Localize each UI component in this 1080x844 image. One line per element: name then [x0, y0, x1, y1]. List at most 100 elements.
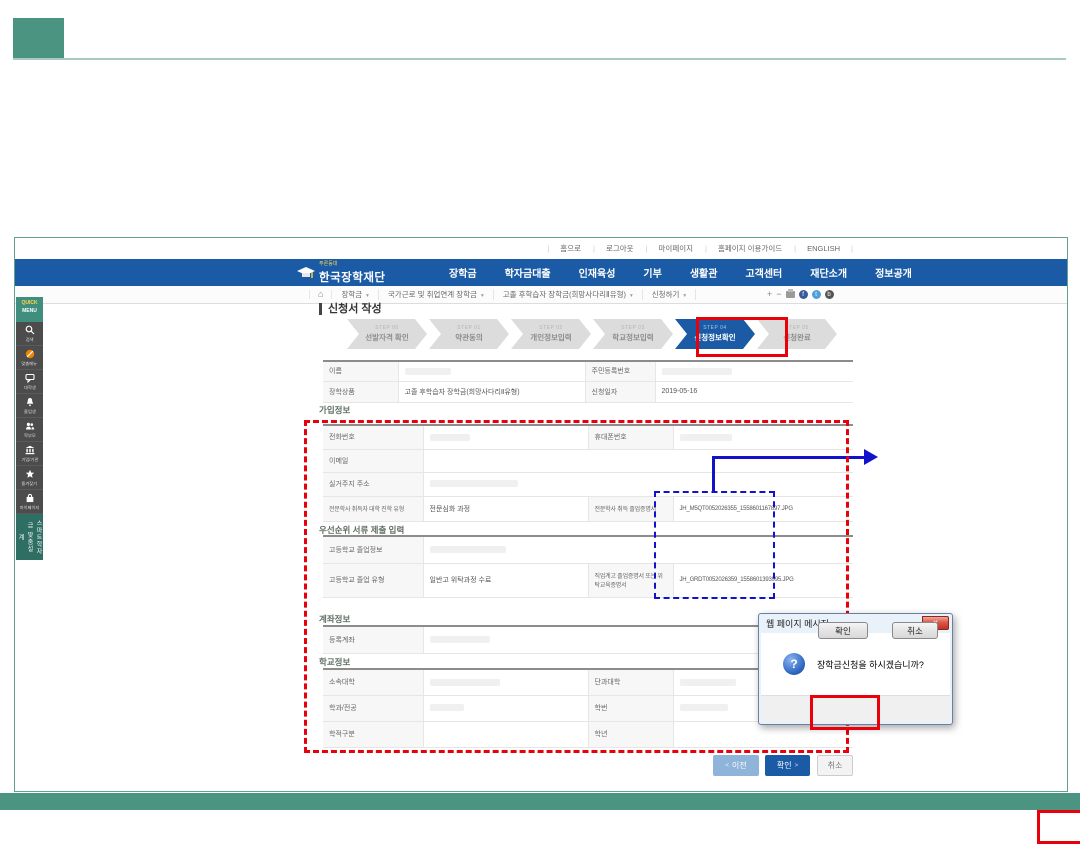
nav-dormitory[interactable]: 생활관 — [676, 265, 732, 280]
redacted-value — [430, 434, 470, 441]
slide-footer-bar — [0, 793, 1080, 810]
field-value — [423, 449, 853, 472]
nav-customer-center[interactable]: 고객센터 — [731, 265, 796, 280]
chat-icon — [25, 373, 35, 383]
field-label: 전문학사 취득 졸업증명서 — [588, 496, 673, 521]
quick-item-favorites[interactable]: 즐겨찾기 — [16, 466, 43, 490]
logo-brand: 한국장학재단 — [319, 272, 385, 284]
nav-donation[interactable]: 기부 — [629, 265, 675, 280]
field-value — [423, 669, 588, 695]
step-confirm-info-active: STEP 04 신청정보확인 — [675, 319, 755, 349]
nav-disclosure[interactable]: 정보공개 — [861, 265, 926, 280]
utility-link-english[interactable]: ENGLISH — [788, 244, 846, 253]
redacted-value — [430, 704, 464, 711]
field-label: 주민등록번호 — [585, 361, 655, 381]
redacted-value — [430, 480, 518, 487]
table-row: 이름 주민등록번호 — [323, 361, 853, 381]
field-value — [423, 536, 853, 563]
field-label: 전화번호 — [323, 425, 423, 449]
field-label: 직업계고 졸업증명서 또는 위탁교육증명서 — [588, 563, 673, 597]
step-personal-info: STEP 02 개인정보입력 — [511, 319, 591, 349]
field-value — [423, 472, 853, 496]
field-label: 학년 — [588, 721, 673, 747]
field-label: 소속대학 — [323, 669, 423, 695]
attached-file-name: JH_M5QT0052026355_1558601167897.JPG — [673, 496, 853, 521]
nav-loans[interactable]: 학자금대출 — [491, 265, 565, 280]
slide-header-rule — [13, 58, 1066, 60]
field-label: 고등학교 졸업정보 — [323, 536, 423, 563]
utility-link-guide[interactable]: 홈페이지 이용가이드 — [699, 243, 788, 254]
step-qualification: STEP 00 선발자격 확인 — [347, 319, 427, 349]
dialog-footer — [761, 695, 950, 722]
step-school-info: STEP 03 학교정보입력 — [593, 319, 673, 349]
field-value — [423, 721, 588, 747]
nav-talent[interactable]: 인재육성 — [565, 265, 630, 280]
section-title-account: 계좌정보 — [319, 613, 350, 625]
section-title-school: 학교정보 — [319, 656, 350, 668]
dialog-body: ? 장학금신청을 하시겠습니까? — [761, 633, 950, 695]
global-nav-bar: 푸른등대 한국장학재단 장학금 학자금대출 인재육성 기부 생활관 고객센터 재… — [15, 259, 1067, 286]
utility-link-home[interactable]: 홈으로 — [541, 243, 587, 254]
quick-item-student[interactable]: 대학생 — [16, 370, 43, 394]
quick-item-custom-menu[interactable]: 맞춤메뉴 — [16, 346, 43, 370]
quick-item-search[interactable]: 검색 — [16, 322, 43, 346]
field-label: 단과대학 — [588, 669, 673, 695]
website-screenshot: 홈으로 로그아웃 마이페이지 홈페이지 이용가이드 ENGLISH 푸른등대 한… — [14, 237, 1068, 792]
dialog-ok-button[interactable]: 확인 — [818, 622, 868, 639]
annotation-blue-arrow-head — [864, 449, 878, 465]
users-icon — [25, 421, 35, 431]
print-icon[interactable] — [786, 291, 795, 298]
quick-item-graduate[interactable]: 졸업생 — [16, 394, 43, 418]
field-value — [398, 361, 585, 381]
field-label: 실거주지 주소 — [323, 472, 423, 496]
redacted-value — [405, 368, 451, 375]
main-nav: 장학금 학자금대출 인재육성 기부 생활관 고객센터 재단소개 정보공개 — [435, 259, 926, 286]
priority-docs-table: 고등학교 졸업정보 고등학교 졸업 유형 일반고 위탁과정 수료 직업계고 졸업… — [323, 535, 853, 598]
join-info-table: 전화번호 휴대폰번호 이메일 실거주지 주소 전문학사 취득자 대학 진학 유형… — [323, 424, 853, 522]
cancel-button[interactable]: 취소 — [817, 755, 853, 776]
redacted-value — [680, 434, 732, 441]
field-label: 휴대폰번호 — [588, 425, 673, 449]
field-label: 고등학교 졸업 유형 — [323, 563, 423, 597]
quick-menu-sidebar: QUICK MENU 검색 맞춤메뉴 대학생 졸업생 학부모 — [16, 297, 43, 560]
field-label: 이메일 — [323, 449, 423, 472]
kosaf-logo[interactable]: 푸른등대 한국장학재단 — [297, 262, 385, 286]
redacted-value — [680, 679, 736, 686]
utility-link-logout[interactable]: 로그아웃 — [587, 243, 640, 254]
field-value: 2019-05-16 — [655, 381, 853, 402]
field-value: 전문심화 과정 — [423, 496, 588, 521]
field-label: 등록계좌 — [323, 626, 423, 653]
table-row: 고등학교 졸업 유형 일반고 위탁과정 수료 직업계고 졸업증명서 또는 위탁교… — [323, 563, 853, 597]
field-label: 전문학사 취득자 대학 진학 유형 — [323, 496, 423, 521]
table-row: 장학상품 고졸 후학습자 장학금(희망사다리Ⅱ유형) 신청일자 2019-05-… — [323, 381, 853, 402]
confirm-button[interactable]: 확인 > — [765, 755, 810, 776]
utility-bar: 홈으로 로그아웃 마이페이지 홈페이지 이용가이드 ENGLISH — [15, 238, 1067, 259]
redacted-value — [430, 636, 490, 643]
field-value: 일반고 위탁과정 수료 — [423, 563, 588, 597]
field-label: 학번 — [588, 695, 673, 721]
quick-item-parents[interactable]: 학부모 — [16, 418, 43, 442]
chevron-right-icon: > — [795, 763, 799, 769]
redacted-value — [680, 704, 728, 711]
table-row: 전문학사 취득자 대학 진학 유형 전문심화 과정 전문학사 취득 졸업증명서 … — [323, 496, 853, 521]
dialog-message: 장학금신청을 하시겠습니까? — [817, 658, 924, 671]
nav-scholarship[interactable]: 장학금 — [435, 265, 491, 280]
bell-icon — [25, 397, 35, 407]
field-label: 이름 — [323, 361, 398, 381]
redacted-value — [430, 546, 506, 553]
quick-item-mypage[interactable]: 마이페이지 — [16, 490, 43, 514]
graduation-cap-icon — [297, 267, 315, 280]
prev-button[interactable]: < 이전 — [713, 755, 759, 776]
chevron-left-icon: < — [725, 763, 729, 769]
quick-item-corporate[interactable]: 기업/기관 — [16, 442, 43, 466]
attached-file-name: JH_GRDT0052026359_1558601393995.JPG — [673, 563, 853, 597]
quick-menu-banner[interactable]: 스마트학자금 맞춤설계 — [16, 514, 43, 560]
web-page-message-dialog: 웹 페이지 메시지 ✕ ? 장학금신청을 하시겠습니까? 확인 취소 — [758, 613, 953, 725]
section-title-join: 가입정보 — [319, 404, 350, 416]
dialog-cancel-button[interactable]: 취소 — [892, 622, 938, 639]
field-label: 학과/전공 — [323, 695, 423, 721]
nav-about[interactable]: 재단소개 — [796, 265, 861, 280]
field-value — [423, 425, 588, 449]
utility-link-mypage[interactable]: 마이페이지 — [640, 243, 699, 254]
field-value — [673, 425, 853, 449]
